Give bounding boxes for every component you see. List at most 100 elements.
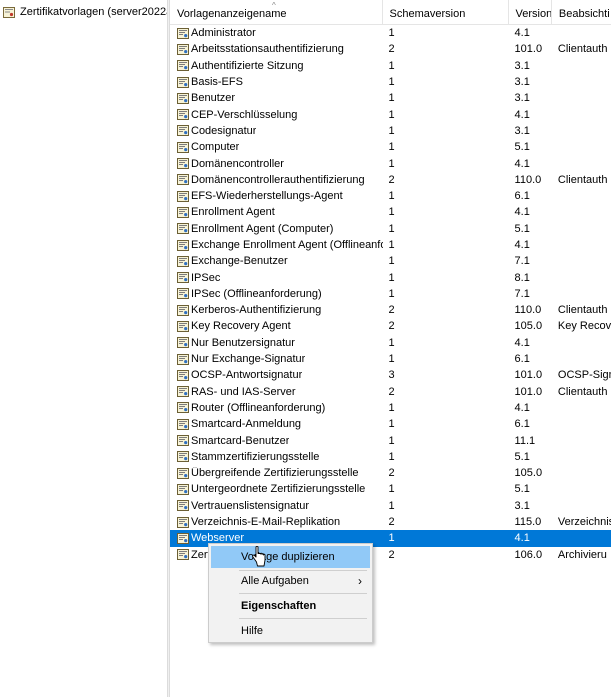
cell-schema: 1 <box>388 76 395 89</box>
cell-name: Key Recovery Agent <box>170 320 383 332</box>
certificate-template-icon <box>177 190 189 202</box>
menu-item-help[interactable]: Hilfe <box>211 620 370 642</box>
cell-schema: 1 <box>388 434 395 447</box>
certificate-template-icon <box>177 288 189 300</box>
table-row[interactable]: OCSP-Antwortsignatur 3 101.0 OCSP-Sign <box>170 367 611 383</box>
table-row[interactable]: Enrollment Agent (Computer) 1 5.1 <box>170 221 611 237</box>
column-header-schema[interactable]: Schemaversion <box>383 0 509 24</box>
certificate-template-icon <box>177 223 189 235</box>
menu-item-duplicate-template[interactable]: Vorlage duplizieren <box>211 546 370 568</box>
template-name: Kerberos-Authentifizierung <box>191 304 322 317</box>
certificate-template-icon <box>177 141 189 153</box>
certificate-template-icon <box>177 549 189 561</box>
cell-version: 4.1 <box>514 27 530 40</box>
table-row[interactable]: CEP-Verschlüsselung 1 4.1 <box>170 106 611 122</box>
table-row[interactable]: Benutzer 1 3.1 <box>170 90 611 106</box>
column-header-name[interactable]: ^ Vorlagenanzeigename <box>170 0 383 24</box>
cell-schema: 1 <box>388 255 395 268</box>
template-name: Administrator <box>191 27 256 40</box>
column-header-version[interactable]: Version <box>509 0 552 24</box>
cell-schema: 1 <box>388 401 395 414</box>
table-row[interactable]: Untergeordnete Zertifizierungsstelle 1 5.1 <box>170 481 611 497</box>
cell-purpose: Verzeichnis <box>557 516 611 529</box>
table-row[interactable]: Key Recovery Agent 2 105.0 Key Recov <box>170 318 611 334</box>
certificate-template-icon <box>177 369 189 381</box>
column-header-purpose[interactable]: Beabsichti <box>552 0 611 24</box>
cell-schema: 1 <box>388 59 395 72</box>
cell-schema: 1 <box>388 141 395 154</box>
table-row[interactable]: Nur Benutzersignatur 1 4.1 <box>170 335 611 351</box>
cell-name: Übergreifende Zertifizierungsstelle <box>170 467 383 479</box>
menu-item-all-tasks[interactable]: Alle Aufgaben › <box>211 570 370 592</box>
certificate-template-icon <box>177 467 189 479</box>
certificate-template-icon <box>177 158 189 170</box>
table-row[interactable]: Nur Exchange-Signatur 1 6.1 <box>170 351 611 367</box>
cell-schema: 3 <box>388 369 395 382</box>
cell-name: Stammzertifizierungsstelle <box>170 451 383 463</box>
template-name: Nur Exchange-Signatur <box>191 353 306 366</box>
cell-version: 4.1 <box>514 336 530 349</box>
template-name: OCSP-Antwortsignatur <box>191 369 303 382</box>
table-row[interactable]: Enrollment Agent 1 4.1 <box>170 204 611 220</box>
table-row[interactable]: Authentifizierte Sitzung 1 3.1 <box>170 58 611 74</box>
cell-schema: 2 <box>388 43 395 56</box>
template-name: EFS-Wiederherstellungs-Agent <box>191 190 343 203</box>
certificate-template-icon <box>177 92 189 104</box>
cell-version: 3.1 <box>514 76 530 89</box>
template-name: Domänencontroller <box>191 157 284 170</box>
cell-version: 4.1 <box>514 239 530 251</box>
table-row[interactable]: Computer 1 5.1 <box>170 139 611 155</box>
table-row[interactable]: Basis-EFS 1 3.1 <box>170 74 611 90</box>
template-name: Nur Benutzersignatur <box>191 336 295 349</box>
cell-purpose: Clientauth <box>557 173 608 186</box>
table-row[interactable]: RAS- und IAS-Server 2 101.0 Clientauth <box>170 384 611 400</box>
cell-version: 5.1 <box>514 222 530 235</box>
cell-name: Computer <box>170 141 383 153</box>
table-row[interactable]: Codesignatur 1 3.1 <box>170 123 611 139</box>
table-row[interactable]: Administrator 1 4.1 <box>170 25 611 41</box>
table-row[interactable]: Exchange Enrollment Agent (Offlineanfo..… <box>170 237 611 253</box>
cell-schema: 1 <box>388 483 395 496</box>
cell-version: 105.0 <box>514 467 543 480</box>
cell-schema: 1 <box>388 353 395 366</box>
cell-name: CEP-Verschlüsselung <box>170 109 383 121</box>
template-name: Basis-EFS <box>191 76 243 89</box>
table-row[interactable]: Stammzertifizierungsstelle 1 5.1 <box>170 449 611 465</box>
table-row[interactable]: IPSec 1 8.1 <box>170 269 611 285</box>
cell-schema: 2 <box>388 467 395 480</box>
table-row[interactable]: Arbeitsstationsauthentifizierung 2 101.0 Cl… <box>170 41 611 57</box>
cell-schema: 2 <box>388 320 395 333</box>
table-row[interactable]: Verzeichnis-E-Mail-Replikation 2 115.0 Verz… <box>170 514 611 530</box>
table-row[interactable]: Smartcard-Anmeldung 1 6.1 <box>170 416 611 432</box>
certificate-template-icon <box>177 483 189 495</box>
table-row[interactable]: Domänencontroller 1 4.1 <box>170 155 611 171</box>
template-name: Übergreifende Zertifizierungsstelle <box>191 467 359 480</box>
table-row[interactable]: Übergreifende Zertifizierungsstelle 2 105.… <box>170 465 611 481</box>
template-name: IPSec <box>191 271 221 284</box>
certificate-template-icon <box>177 239 189 251</box>
cell-name: Administrator <box>170 27 383 39</box>
cell-version: 3.1 <box>514 92 530 105</box>
table-row[interactable]: Vertrauenslistensignatur 1 3.1 <box>170 498 611 514</box>
tree-item-zertifikatvorlagen[interactable]: Zertifikatvorlagen (server2022ad <box>3 4 167 20</box>
table-row[interactable]: Smartcard-Benutzer 1 11.1 <box>170 432 611 448</box>
cell-schema: 2 <box>388 516 395 529</box>
console-tree: Zertifikatvorlagen (server2022ad <box>0 0 167 697</box>
table-row[interactable]: Domänencontrollerauthentifizierung 2 110.0… <box>170 172 611 188</box>
cell-schema: 1 <box>388 336 395 349</box>
cell-version: 101.0 <box>514 369 543 382</box>
table-row[interactable]: Router (Offlineanforderung) 1 4.1 <box>170 400 611 416</box>
table-row[interactable]: IPSec (Offlineanforderung) 1 7.1 <box>170 286 611 302</box>
table-row[interactable]: EFS-Wiederherstellungs-Agent 1 6.1 <box>170 188 611 204</box>
table-row[interactable]: Kerberos-Authentifizierung 2 110.0 Clientau… <box>170 302 611 318</box>
cell-name: Nur Exchange-Signatur <box>170 353 383 365</box>
cell-name: Exchange-Benutzer <box>170 255 383 267</box>
cell-name: Smartcard-Benutzer <box>170 435 383 447</box>
cell-name: Enrollment Agent (Computer) <box>170 223 383 235</box>
template-name: Exchange Enrollment Agent (Offlineanfo..… <box>191 239 383 251</box>
menu-item-properties[interactable]: Eigenschaften <box>211 595 370 617</box>
cell-version: 110.0 <box>514 173 542 186</box>
cell-schema: 1 <box>388 206 395 219</box>
cell-name: Arbeitsstationsauthentifizierung <box>170 43 383 55</box>
table-row[interactable]: Exchange-Benutzer 1 7.1 <box>170 253 611 269</box>
